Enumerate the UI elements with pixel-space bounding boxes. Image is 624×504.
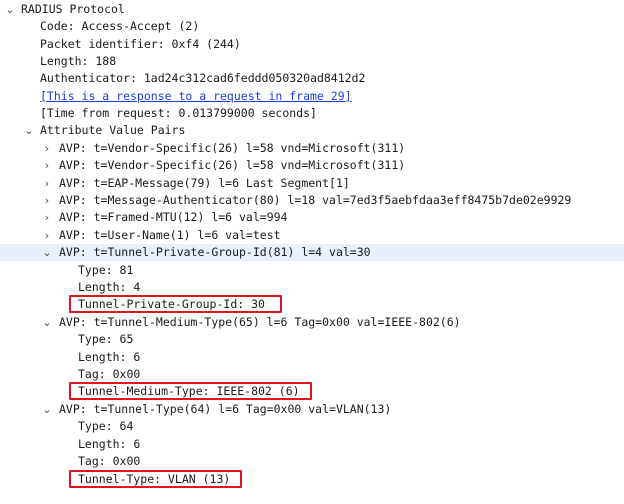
field-avp-tag: Tag: 0x00 [78, 367, 141, 381]
avp-label: AVP: t=EAP-Message(79) l=6 Last Segment[… [59, 176, 350, 190]
avp-label: AVP: t=Tunnel-Medium-Type(65) l=6 Tag=0x… [59, 315, 461, 329]
tree-row-tunnel-private-group-id[interactable]: Tunnel-Private-Group-Id: 30 [0, 295, 624, 313]
field-tunnel-private-group-id: Tunnel-Private-Group-Id: 30 [78, 297, 265, 311]
chevron-right-icon[interactable]: › [41, 175, 53, 192]
tree-row-avp[interactable]: › AVP: t=Vendor-Specific(26) l=58 vnd=Mi… [0, 157, 624, 174]
tree-row-avp[interactable]: › AVP: t=User-Name(1) l=6 val=test [0, 227, 624, 244]
tree-row-avp-tunnel-medium-type[interactable]: ⌄ AVP: t=Tunnel-Medium-Type(65) l=6 Tag=… [0, 314, 624, 331]
chevron-right-icon[interactable]: › [41, 192, 53, 209]
avp-label: AVP: t=Tunnel-Private-Group-Id(81) l=4 v… [59, 245, 371, 259]
field-avp-type: Type: 64 [78, 419, 134, 433]
tree-row-attribute-value-pairs[interactable]: ⌄ Attribute Value Pairs [0, 122, 624, 139]
avp-label: AVP: t=Message-Authenticator(80) l=18 va… [59, 193, 572, 207]
chevron-down-icon[interactable]: ⌄ [23, 122, 35, 139]
field-avp-type: Type: 65 [78, 332, 134, 346]
tree-label-radius-protocol: RADIUS Protocol [21, 2, 125, 16]
avp-label: AVP: t=Vendor-Specific(26) l=58 vnd=Micr… [59, 141, 406, 155]
field-tunnel-type: Tunnel-Type: VLAN (13) [78, 472, 231, 486]
chevron-down-icon[interactable]: ⌄ [41, 401, 53, 418]
field-code: Code: Access-Accept (2) [40, 19, 200, 33]
chevron-down-icon[interactable]: ⌄ [41, 244, 53, 261]
packet-details-tree: ⌄ RADIUS Protocol Code: Access-Accept (2… [0, 0, 624, 504]
tree-row-avp[interactable]: › AVP: t=EAP-Message(79) l=6 Last Segmen… [0, 175, 624, 192]
field-time-from-request: [Time from request: 0.013799000 seconds] [40, 106, 317, 120]
tree-row-avp[interactable]: › AVP: t=Vendor-Specific(26) l=58 vnd=Mi… [0, 140, 624, 157]
field-avp-tag: Tag: 0x00 [78, 454, 141, 468]
tree-row-length[interactable]: Length: 188 [0, 53, 624, 70]
avp-label: AVP: t=Tunnel-Type(64) l=6 Tag=0x00 val=… [59, 402, 392, 416]
tree-row-avp-tag[interactable]: Tag: 0x00 [0, 453, 624, 470]
field-avp-length: Length: 6 [78, 350, 141, 364]
tree-row-avp-length[interactable]: Length: 4 [0, 279, 624, 296]
tree-row-packet-identifier[interactable]: Packet identifier: 0xf4 (244) [0, 36, 624, 53]
tree-row-avp-type[interactable]: Type: 65 [0, 331, 624, 348]
tree-row-tunnel-type[interactable]: Tunnel-Type: VLAN (13) [0, 470, 624, 488]
tree-row-avp-tunnel-type[interactable]: ⌄ AVP: t=Tunnel-Type(64) l=6 Tag=0x00 va… [0, 401, 624, 418]
chevron-down-icon[interactable]: ⌄ [4, 1, 16, 18]
field-length: Length: 188 [40, 54, 117, 68]
tree-row-avp-tag[interactable]: Tag: 0x00 [0, 366, 624, 383]
field-avp-type: Type: 81 [78, 263, 134, 277]
chevron-right-icon[interactable]: › [41, 227, 53, 244]
tree-row-authenticator[interactable]: Authenticator: 1ad24c312cad6feddd050320a… [0, 70, 624, 87]
chevron-down-icon[interactable]: ⌄ [41, 314, 53, 331]
avp-label: AVP: t=Vendor-Specific(26) l=58 vnd=Micr… [59, 158, 406, 172]
tree-row-avp-tunnel-private-group-id[interactable]: ⌄ AVP: t=Tunnel-Private-Group-Id(81) l=4… [0, 244, 624, 261]
tree-row-avp-type[interactable]: Type: 64 [0, 418, 624, 435]
tree-row-radius-protocol[interactable]: ⌄ RADIUS Protocol [0, 1, 624, 18]
field-packet-identifier: Packet identifier: 0xf4 (244) [40, 37, 241, 51]
tree-row-tunnel-medium-type[interactable]: Tunnel-Medium-Type: IEEE-802 (6) [0, 382, 624, 400]
chevron-right-icon[interactable]: › [41, 157, 53, 174]
chevron-right-icon[interactable]: › [41, 140, 53, 157]
tree-row-avp-length[interactable]: Length: 6 [0, 349, 624, 366]
chevron-right-icon[interactable]: › [41, 209, 53, 226]
avp-label: AVP: t=Framed-MTU(12) l=6 val=994 [59, 210, 288, 224]
tree-row-avp-type[interactable]: Type: 81 [0, 262, 624, 279]
tree-row-avp[interactable]: › AVP: t=Message-Authenticator(80) l=18 … [0, 192, 624, 209]
tree-row-code[interactable]: Code: Access-Accept (2) [0, 18, 624, 35]
field-avp-length: Length: 6 [78, 437, 141, 451]
avp-label: AVP: t=User-Name(1) l=6 val=test [59, 228, 281, 242]
tree-label-attribute-value-pairs: Attribute Value Pairs [40, 123, 186, 137]
tree-row-response-link[interactable]: [This is a response to a request in fram… [0, 88, 624, 105]
field-tunnel-medium-type: Tunnel-Medium-Type: IEEE-802 (6) [78, 384, 300, 398]
tree-row-avp-length[interactable]: Length: 6 [0, 436, 624, 453]
tree-row-avp[interactable]: › AVP: t=Framed-MTU(12) l=6 val=994 [0, 209, 624, 226]
response-in-frame-link[interactable]: [This is a response to a request in fram… [40, 88, 352, 105]
tree-row-time-from-request[interactable]: [Time from request: 0.013799000 seconds] [0, 105, 624, 122]
field-avp-length: Length: 4 [78, 280, 141, 294]
field-authenticator: Authenticator: 1ad24c312cad6feddd050320a… [40, 71, 366, 85]
